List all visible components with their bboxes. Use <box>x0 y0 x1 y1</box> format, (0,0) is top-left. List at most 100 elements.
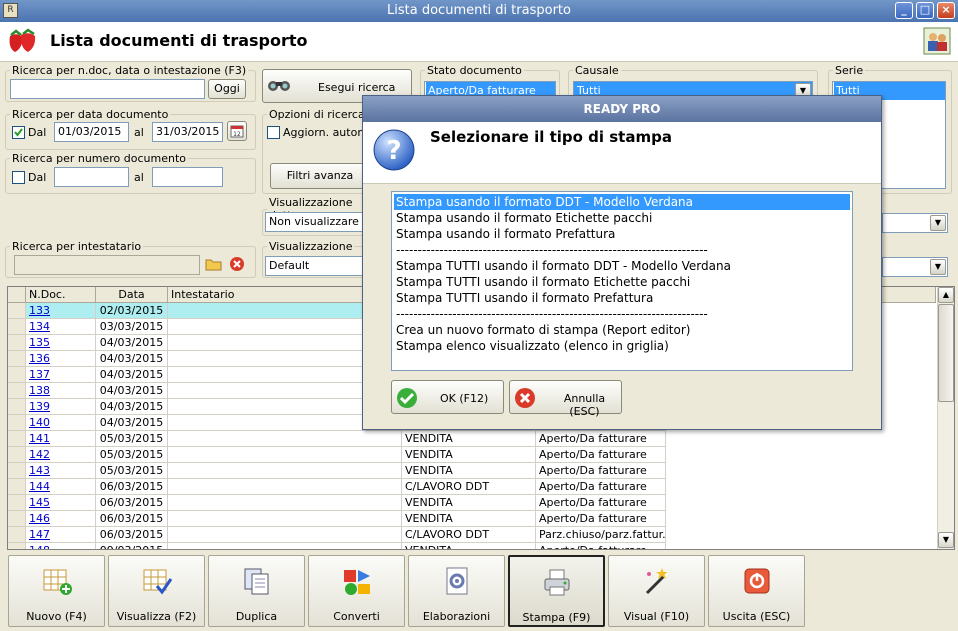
doc-number-link-text[interactable]: 145 <box>29 496 50 509</box>
doc-number-link-text[interactable]: 137 <box>29 368 50 381</box>
scroll-down-icon[interactable]: ▼ <box>938 532 954 548</box>
advanced-filters-button[interactable]: Filtri avanza <box>270 163 370 189</box>
doc-number-link[interactable]: 141 <box>26 431 96 447</box>
cancel-button[interactable]: Annulla (ESC) <box>509 380 622 418</box>
doc-date-text: 09/03/2015 <box>100 544 163 549</box>
column-header-date[interactable]: Data <box>96 287 168 303</box>
doc-number-link[interactable]: 146 <box>26 511 96 527</box>
doc-number-link[interactable]: 142 <box>26 447 96 463</box>
print-format-item[interactable]: Stampa elenco visualizzato (elenco in gr… <box>394 338 850 354</box>
print-format-item[interactable]: Stampa usando il formato Etichette pacch… <box>394 210 850 226</box>
column-header-num[interactable]: N.Doc. <box>26 287 96 303</box>
toolbar-button-exit[interactable]: Uscita (ESC) <box>708 555 805 627</box>
doc-number-link[interactable]: 135 <box>26 335 96 351</box>
clear-icon[interactable] <box>229 256 245 272</box>
doc-number-link-text[interactable]: 134 <box>29 320 50 333</box>
doc-number-link-text[interactable]: 147 <box>29 528 50 541</box>
toolbar-button-magic-wand[interactable]: Visual (F10) <box>608 555 705 627</box>
doc-number-link[interactable]: 147 <box>26 527 96 543</box>
doc-number-link-text[interactable]: 146 <box>29 512 50 525</box>
toolbar-button-new-grid[interactable]: Nuovo (F4) <box>8 555 105 627</box>
table-row[interactable]: 144 06/03/2015 C/LAVORO DDT Aperto/Da fattu… <box>8 479 936 495</box>
maximize-icon[interactable]: □ <box>916 2 934 19</box>
table-row[interactable]: 142 05/03/2015 VENDITA Aperto/Da fatturare <box>8 447 936 463</box>
doc-number-link-text[interactable]: 148 <box>29 544 50 549</box>
print-format-item[interactable]: ----------------------------------------… <box>394 242 850 258</box>
print-format-item[interactable]: Stampa TUTTI usando il formato Prefattur… <box>394 290 850 306</box>
ok-button[interactable]: OK (F12) <box>391 380 504 414</box>
print-format-item[interactable]: Crea un nuovo formato di stampa (Report … <box>394 322 850 338</box>
doc-number-link[interactable]: 140 <box>26 415 96 431</box>
page-title: Lista documenti di trasporto <box>50 31 308 50</box>
table-row[interactable]: 147 06/03/2015 C/LAVORO DDT Parz.chiuso/par… <box>8 527 936 543</box>
doc-number-link[interactable]: 139 <box>26 399 96 415</box>
doc-number-link-text[interactable]: 144 <box>29 480 50 493</box>
doc-number-link[interactable]: 145 <box>26 495 96 511</box>
today-button[interactable]: Oggi <box>208 79 246 99</box>
date-from-input[interactable]: 01/03/2015 <box>54 122 129 142</box>
doc-number-link[interactable]: 148 <box>26 543 96 549</box>
doc-number-link-text[interactable]: 140 <box>29 416 50 429</box>
print-format-item[interactable]: Stampa usando il formato DDT - Modello V… <box>394 194 850 210</box>
users-icon[interactable] <box>923 27 951 55</box>
doc-number-link-text[interactable]: 141 <box>29 432 50 445</box>
detail-view-select[interactable]: Non visualizzare det <box>265 212 365 232</box>
print-format-item[interactable]: ----------------------------------------… <box>394 306 850 322</box>
doc-number-link[interactable]: 143 <box>26 463 96 479</box>
folder-icon[interactable] <box>205 256 223 272</box>
serie-legend: Serie <box>835 64 864 77</box>
toolbar-button-convert[interactable]: Converti <box>308 555 405 627</box>
doc-number-link-text[interactable]: 143 <box>29 464 50 477</box>
owner-search-input[interactable] <box>14 255 200 275</box>
toolbar-button-processing[interactable]: Elaborazioni <box>408 555 505 627</box>
chevron-down-icon[interactable]: ▼ <box>930 215 946 231</box>
toolbar-button-view-grid[interactable]: Visualizza (F2) <box>108 555 205 627</box>
doc-number-link-text[interactable]: 136 <box>29 352 50 365</box>
doc-causale-text: VENDITA <box>405 544 453 549</box>
doc-number-link[interactable]: 133 <box>26 303 96 319</box>
print-format-item[interactable]: Stampa TUTTI usando il formato DDT - Mod… <box>394 258 850 274</box>
column-header-blank <box>8 287 26 303</box>
scroll-up-icon[interactable]: ▲ <box>938 287 954 303</box>
doc-causale-text: VENDITA <box>405 496 453 509</box>
doc-number-link-text[interactable]: 142 <box>29 448 50 461</box>
row-selector <box>8 367 26 383</box>
minimize-icon[interactable]: _ <box>895 2 913 19</box>
doc-number-link[interactable]: 138 <box>26 383 96 399</box>
window-title-bar: R Lista documenti di trasporto _ □ × <box>0 0 958 22</box>
doc-number-link[interactable]: 136 <box>26 351 96 367</box>
toolbar-button-duplicate[interactable]: Duplica <box>208 555 305 627</box>
right-combo-2[interactable]: ▼ <box>882 257 948 277</box>
table-row[interactable]: 141 05/03/2015 VENDITA Aperto/Da fatturare <box>8 431 936 447</box>
doc-number-link[interactable]: 137 <box>26 367 96 383</box>
date-to-input[interactable]: 31/03/2015 <box>152 122 223 142</box>
number-from-input[interactable] <box>54 167 129 187</box>
search-doc-input[interactable] <box>10 79 205 99</box>
table-row[interactable]: 143 05/03/2015 VENDITA Aperto/Da fatturare <box>8 463 936 479</box>
auto-update-checkbox[interactable] <box>267 126 280 139</box>
print-format-list[interactable]: Stampa usando il formato DDT - Modello V… <box>391 191 853 371</box>
print-format-item[interactable]: Stampa usando il formato Prefattura <box>394 226 850 242</box>
print-format-item[interactable]: Stampa TUTTI usando il formato Etichette… <box>394 274 850 290</box>
doc-number-link-text[interactable]: 138 <box>29 384 50 397</box>
toolbar-button-printer[interactable]: Stampa (F9) <box>508 555 605 627</box>
doc-number-link-text[interactable]: 135 <box>29 336 50 349</box>
chevron-down-icon[interactable]: ▼ <box>930 259 946 275</box>
calendar-icon[interactable]: 12 <box>227 121 247 141</box>
grid-scrollbar[interactable]: ▲ ▼ <box>937 287 954 549</box>
doc-number-link[interactable]: 144 <box>26 479 96 495</box>
doc-number-link-text[interactable]: 139 <box>29 400 50 413</box>
row-selector <box>8 383 26 399</box>
scroll-thumb[interactable] <box>938 304 954 402</box>
number-from-checkbox[interactable] <box>12 171 25 184</box>
table-row[interactable]: 145 06/03/2015 VENDITA Aperto/Da fatturare <box>8 495 936 511</box>
doc-number-link-text[interactable]: 133 <box>29 304 50 317</box>
table-row[interactable]: 148 09/03/2015 VENDITA Aperto/Da fatturare <box>8 543 936 549</box>
number-to-input[interactable] <box>152 167 223 187</box>
doc-number-link[interactable]: 134 <box>26 319 96 335</box>
right-combo-1[interactable]: ▼ <box>882 213 948 233</box>
view-select[interactable]: Default <box>265 256 365 276</box>
close-icon[interactable]: × <box>937 2 955 19</box>
date-from-checkbox[interactable] <box>12 126 25 139</box>
table-row[interactable]: 146 06/03/2015 VENDITA Aperto/Da fatturare <box>8 511 936 527</box>
